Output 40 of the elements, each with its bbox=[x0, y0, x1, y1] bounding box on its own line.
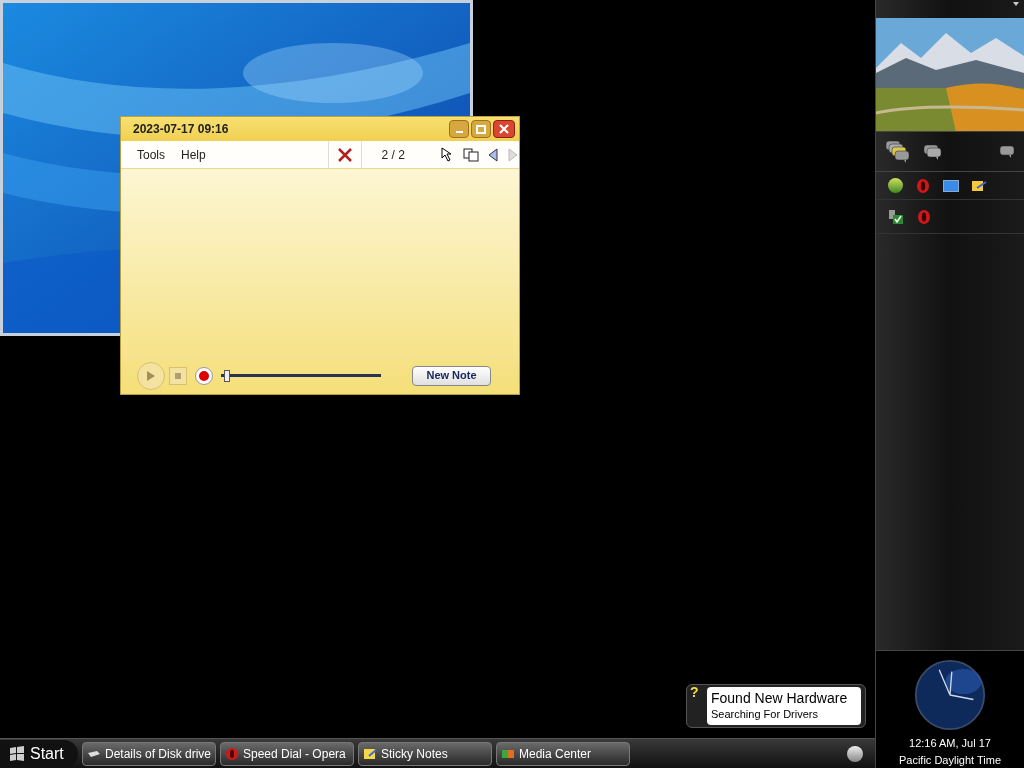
taskbar-button[interactable]: Sticky Notes bbox=[358, 741, 492, 766]
show-desktop-icon[interactable] bbox=[847, 745, 863, 762]
chat-bubbles-icon[interactable] bbox=[922, 142, 944, 161]
clock-time: 12:16 AM, Jul 17 bbox=[909, 736, 991, 751]
chat-bubble-icon[interactable] bbox=[998, 144, 1016, 159]
sticky-note-icon bbox=[363, 746, 377, 761]
delete-icon[interactable] bbox=[336, 147, 353, 162]
taskbar-button[interactable]: Speed Dial - Opera bbox=[220, 741, 354, 766]
play-icon bbox=[147, 370, 155, 381]
notification-title: Found New Hardware bbox=[711, 690, 849, 706]
menu-item[interactable]: Help bbox=[181, 145, 206, 164]
device-check-icon[interactable] bbox=[888, 208, 904, 225]
new-note-button[interactable]: New Note bbox=[412, 365, 491, 386]
note-counter: 2 / 2 bbox=[381, 146, 405, 164]
orb-icon[interactable] bbox=[888, 178, 903, 193]
maximize-button[interactable] bbox=[471, 120, 491, 138]
minimize-button[interactable] bbox=[449, 120, 469, 138]
notification-subtitle: Searching For Drivers bbox=[711, 707, 819, 722]
caret-icon[interactable] bbox=[1012, 0, 1020, 8]
close-button[interactable] bbox=[493, 120, 515, 138]
previous-icon[interactable] bbox=[487, 147, 499, 162]
media-center-icon bbox=[501, 747, 515, 760]
opera-icon[interactable] bbox=[916, 208, 932, 225]
taskbar-button[interactable]: Details of Disk drive bbox=[82, 741, 216, 766]
monitor-icon[interactable] bbox=[943, 179, 959, 192]
start-button[interactable]: Start bbox=[0, 739, 78, 768]
clock-time-zone: Pacific Daylight Time bbox=[898, 752, 1002, 768]
window-title: 2023-07-17 09:16 bbox=[133, 121, 230, 138]
taskbar-button[interactable]: Media Center bbox=[496, 741, 630, 766]
windows-logo-icon bbox=[8, 744, 26, 763]
record-button[interactable] bbox=[195, 366, 213, 385]
opera-icon[interactable] bbox=[915, 177, 931, 194]
menu-item[interactable]: Tools bbox=[137, 145, 165, 164]
sticky-note-icon[interactable] bbox=[971, 178, 987, 193]
copy-icon[interactable] bbox=[463, 147, 479, 162]
close-icon bbox=[499, 124, 509, 134]
slider-thumb[interactable] bbox=[224, 369, 231, 382]
playback-slider[interactable] bbox=[221, 368, 381, 383]
help-icon: ? bbox=[690, 685, 699, 699]
opera-icon bbox=[225, 746, 239, 761]
